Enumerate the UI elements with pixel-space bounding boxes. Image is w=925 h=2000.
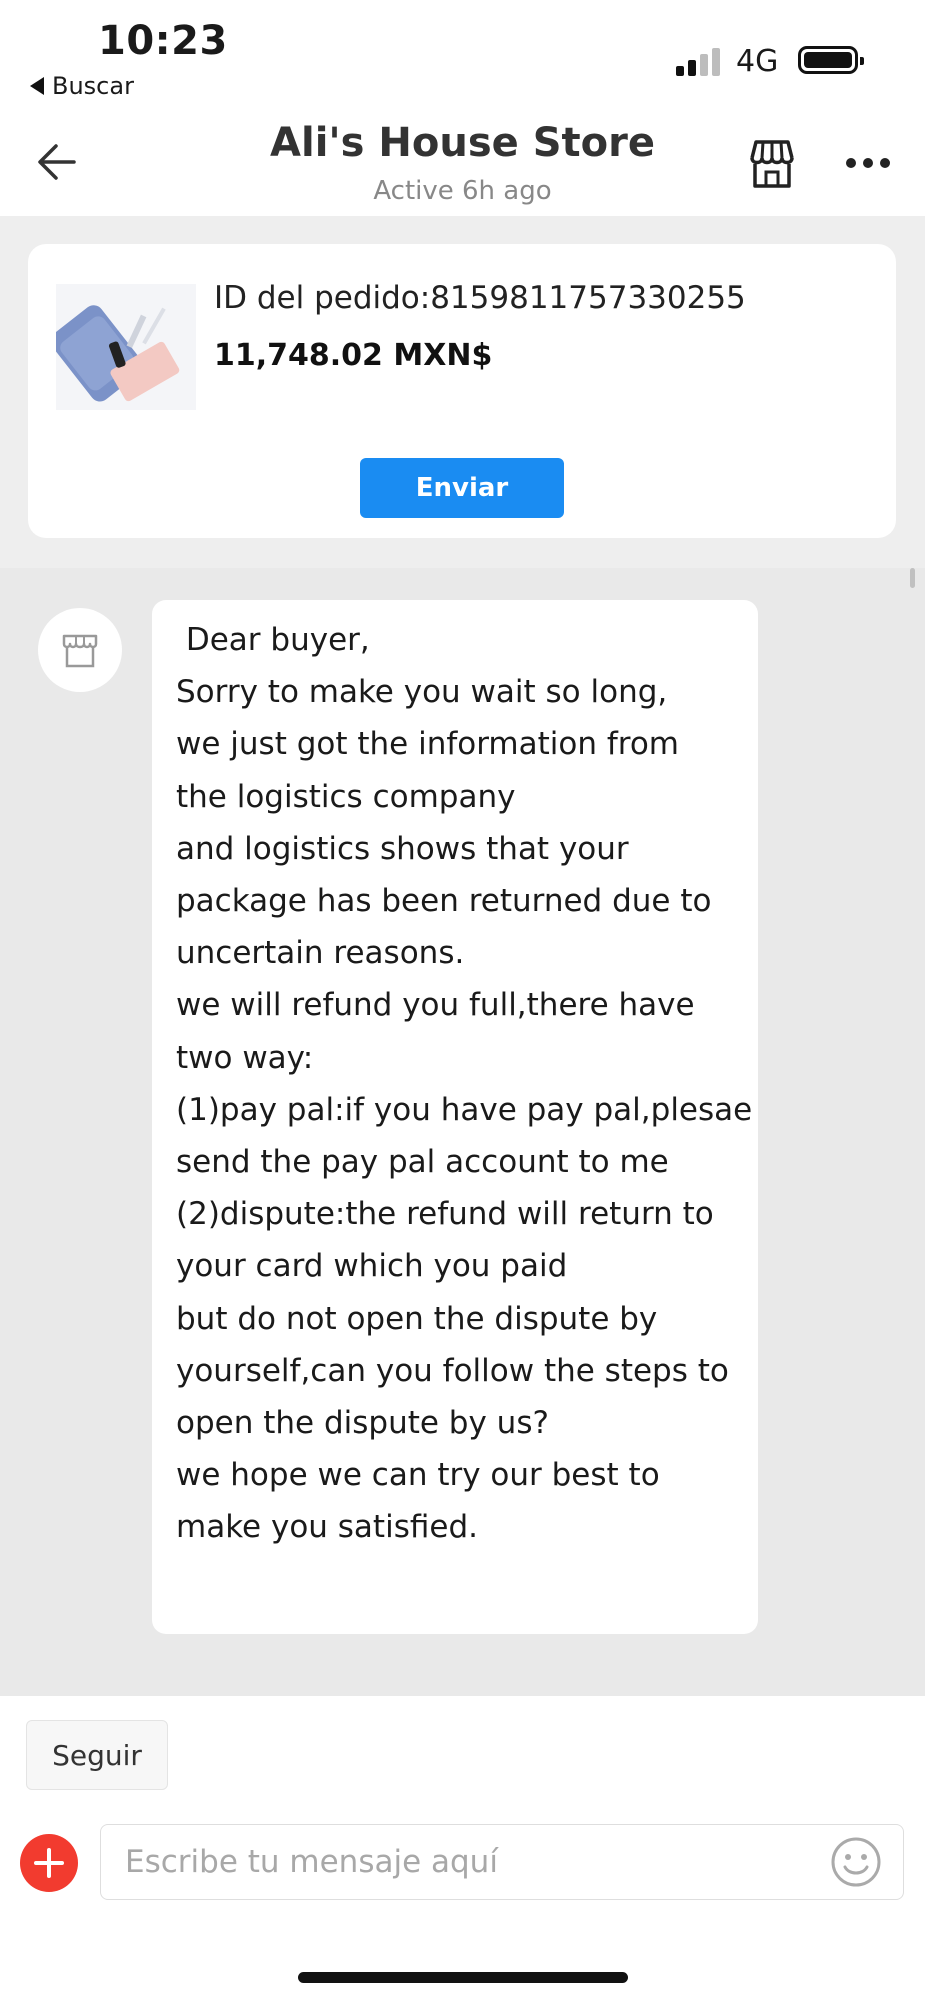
back-to-app-label: Buscar bbox=[52, 72, 134, 100]
signal-icon bbox=[676, 46, 724, 76]
chat-header: Ali's House Store Active 6h ago bbox=[0, 108, 925, 216]
store-icon[interactable] bbox=[744, 136, 800, 192]
product-thumbnail bbox=[56, 284, 196, 410]
plus-icon[interactable] bbox=[20, 1834, 78, 1892]
store-avatar[interactable] bbox=[38, 608, 122, 692]
home-indicator bbox=[298, 1972, 628, 1983]
scroll-indicator bbox=[910, 568, 915, 588]
message-input[interactable] bbox=[100, 1824, 904, 1900]
composer: Seguir bbox=[0, 1696, 925, 2000]
store-avatar-icon bbox=[62, 634, 98, 668]
follow-button[interactable]: Seguir bbox=[26, 1720, 168, 1790]
back-to-app-link[interactable]: Buscar bbox=[30, 72, 134, 100]
chat-messages[interactable]: Dear buyer, Sorry to make you wait so lo… bbox=[0, 568, 925, 1696]
battery-icon bbox=[798, 46, 864, 74]
send-order-button[interactable]: Enviar bbox=[360, 458, 564, 518]
message-bubble: Dear buyer, Sorry to make you wait so lo… bbox=[152, 600, 758, 1634]
network-type: 4G bbox=[736, 44, 779, 79]
order-card: ID del pedido:8159811757330255 11,748.02… bbox=[28, 244, 896, 538]
status-time: 10:23 bbox=[98, 18, 228, 64]
order-section: ID del pedido:8159811757330255 11,748.02… bbox=[0, 216, 925, 568]
back-triangle-icon bbox=[30, 77, 44, 95]
status-bar: 10:23 Buscar 4G bbox=[0, 0, 925, 108]
order-id: ID del pedido:8159811757330255 bbox=[214, 280, 746, 316]
order-price: 11,748.02 MXN$ bbox=[214, 338, 493, 373]
emoji-icon[interactable] bbox=[830, 1836, 882, 1888]
more-icon[interactable] bbox=[846, 158, 890, 170]
message-text: Dear buyer, Sorry to make you wait so lo… bbox=[176, 622, 753, 1546]
